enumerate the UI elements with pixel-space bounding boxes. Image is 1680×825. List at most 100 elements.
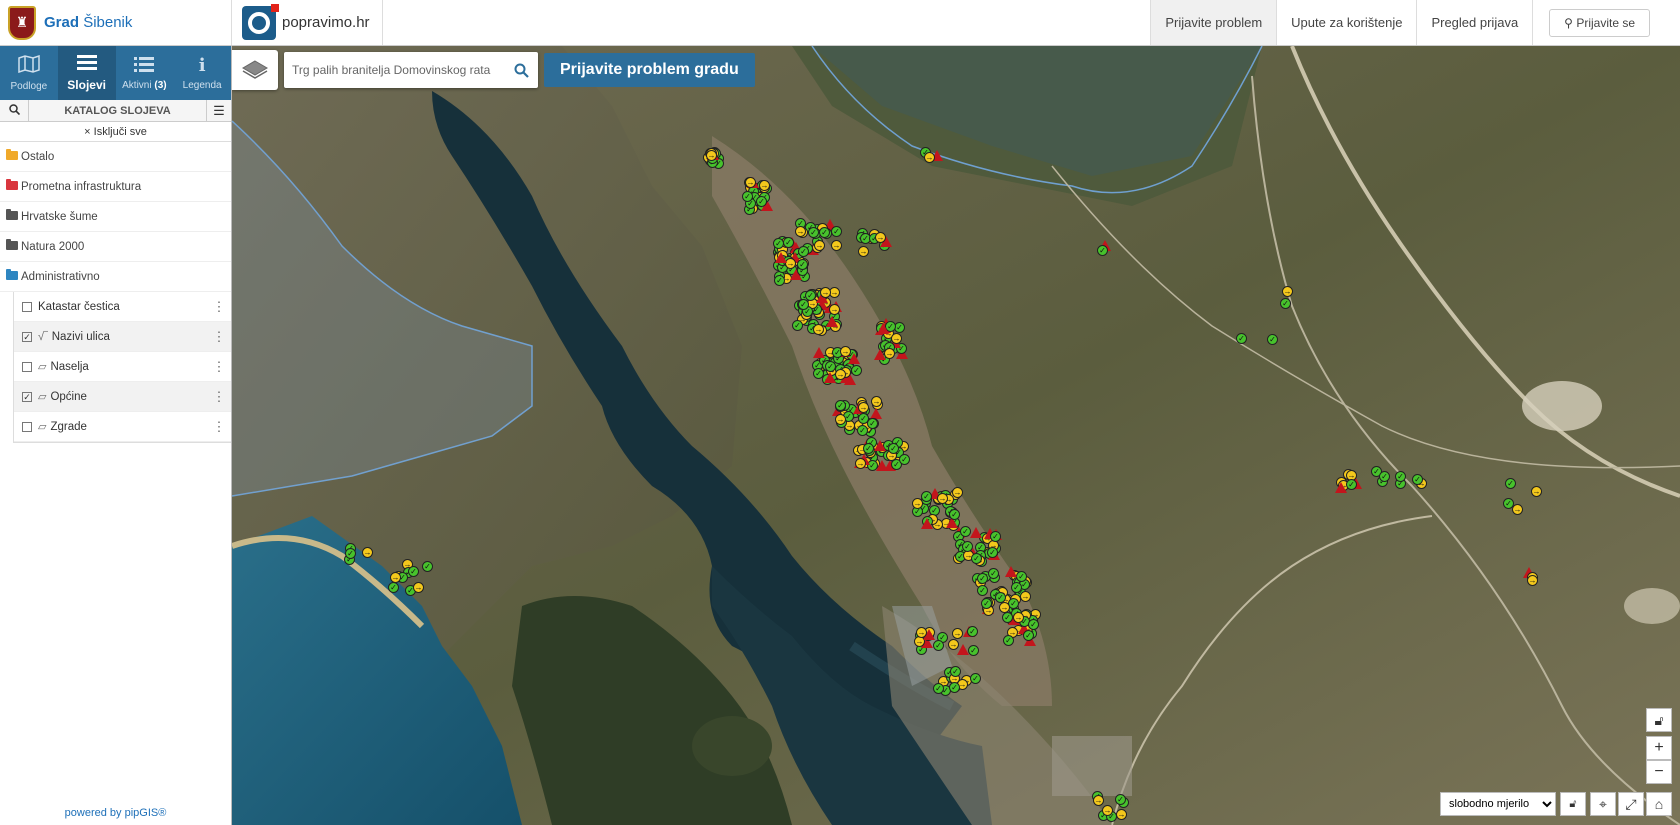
resolved-report-marker[interactable]: ✓	[774, 275, 785, 286]
app-logo[interactable]: popravimo.hr	[232, 0, 383, 45]
resolved-report-marker[interactable]: ✓	[851, 365, 862, 376]
new-report-marker[interactable]	[826, 316, 838, 327]
in-progress-report-marker[interactable]: →	[875, 232, 886, 243]
in-progress-report-marker[interactable]: →	[855, 458, 866, 469]
in-progress-report-marker[interactable]: →	[912, 498, 923, 509]
layer-checkbox[interactable]	[22, 361, 32, 372]
resolved-report-marker[interactable]: ✓	[742, 191, 753, 202]
resolved-report-marker[interactable]: ✓	[1267, 334, 1278, 345]
in-progress-report-marker[interactable]: →	[835, 414, 846, 425]
in-progress-report-marker[interactable]: →	[858, 246, 869, 257]
in-progress-report-marker[interactable]: →	[745, 177, 756, 188]
lock-button[interactable]: 🔓︎	[1646, 708, 1672, 732]
new-report-marker[interactable]	[813, 347, 825, 358]
resolved-report-marker[interactable]: ✓	[422, 561, 433, 572]
in-progress-report-marker[interactable]: →	[952, 487, 963, 498]
new-report-marker[interactable]	[874, 440, 886, 451]
resolved-report-marker[interactable]: ✓	[990, 531, 1001, 542]
more-vertical-icon[interactable]: ⋮	[207, 359, 231, 375]
resolved-report-marker[interactable]: ✓	[1280, 298, 1291, 309]
resolved-report-marker[interactable]: ✓	[1379, 471, 1390, 482]
in-progress-report-marker[interactable]: →	[835, 369, 846, 380]
report-problem-button[interactable]: Prijavite problem gradu	[544, 53, 755, 87]
tab-legend[interactable]: i Legenda	[173, 46, 231, 100]
tab-layers[interactable]: Slojevi	[57, 46, 116, 100]
resolved-report-marker[interactable]: ✓	[1003, 635, 1014, 646]
more-vertical-icon[interactable]: ⋮	[207, 389, 231, 405]
resolved-report-marker[interactable]: ✓	[1503, 498, 1514, 509]
resolved-report-marker[interactable]: ✓	[977, 585, 988, 596]
resolved-report-marker[interactable]: ✓	[783, 237, 794, 248]
resolved-report-marker[interactable]: ✓	[1115, 794, 1126, 805]
login-button[interactable]: ⚲ Prijavite se	[1549, 8, 1650, 37]
in-progress-report-marker[interactable]: →	[871, 396, 882, 407]
resolved-report-marker[interactable]: ✓	[408, 566, 419, 577]
resolved-report-marker[interactable]: ✓	[1505, 478, 1516, 489]
nav-review-reports[interactable]: Pregled prijava	[1416, 0, 1532, 45]
in-progress-report-marker[interactable]: →	[1102, 805, 1113, 816]
locate-button[interactable]: ⌖	[1590, 792, 1616, 816]
scale-select[interactable]: slobodno mjerilo	[1440, 792, 1556, 816]
resolved-report-marker[interactable]: ✓	[825, 361, 836, 372]
in-progress-report-marker[interactable]: →	[924, 152, 935, 163]
layer-katastar[interactable]: Katastar čestica ⋮	[14, 292, 231, 322]
resolved-report-marker[interactable]: ✓	[1016, 571, 1027, 582]
in-progress-report-marker[interactable]: →	[829, 304, 840, 315]
group-ostalo[interactable]: Ostalo	[0, 142, 231, 172]
disable-all-button[interactable]: × Isključi sve	[0, 122, 231, 142]
search-button[interactable]	[504, 63, 538, 78]
new-report-marker[interactable]	[970, 527, 982, 538]
resolved-report-marker[interactable]: ✓	[1412, 474, 1423, 485]
city-brand[interactable]: ♜ Grad Šibenik	[0, 0, 232, 45]
in-progress-report-marker[interactable]: →	[952, 628, 963, 639]
in-progress-report-marker[interactable]: →	[1013, 612, 1024, 623]
resolved-report-marker[interactable]: ✓	[968, 645, 979, 656]
address-search-input[interactable]	[284, 63, 504, 77]
zoom-out-button[interactable]: −	[1646, 760, 1672, 784]
new-report-marker[interactable]	[957, 644, 969, 655]
resolved-report-marker[interactable]: ✓	[863, 443, 874, 454]
layer-checkbox[interactable]: ✓	[22, 391, 32, 402]
resolved-report-marker[interactable]: ✓	[831, 226, 842, 237]
resolved-report-marker[interactable]: ✓	[857, 425, 868, 436]
resolved-report-marker[interactable]: ✓	[949, 509, 960, 520]
resolved-report-marker[interactable]: ✓	[971, 553, 982, 564]
layer-zgrade[interactable]: ▱ Zgrade ⋮	[14, 412, 231, 442]
resolved-report-marker[interactable]: ✓	[835, 400, 846, 411]
more-vertical-icon[interactable]: ⋮	[207, 299, 231, 315]
resolved-report-marker[interactable]: ✓	[1346, 479, 1357, 490]
resolved-report-marker[interactable]: ✓	[933, 640, 944, 651]
layer-checkbox[interactable]: ✓	[22, 331, 32, 342]
new-report-marker[interactable]	[877, 323, 889, 334]
layer-checkbox[interactable]	[22, 301, 32, 312]
resolved-report-marker[interactable]: ✓	[819, 227, 830, 238]
layer-nazivi-ulica[interactable]: ✓ √‾ Nazivi ulica ⋮	[14, 322, 231, 352]
more-vertical-icon[interactable]: ⋮	[207, 419, 231, 435]
resolved-report-marker[interactable]: ✓	[867, 418, 878, 429]
in-progress-report-marker[interactable]: →	[390, 572, 401, 583]
resolved-report-marker[interactable]: ✓	[1236, 333, 1247, 344]
in-progress-report-marker[interactable]: →	[916, 627, 927, 638]
resolved-report-marker[interactable]: ✓	[981, 598, 992, 609]
resolved-report-marker[interactable]: ✓	[962, 541, 973, 552]
in-progress-report-marker[interactable]: →	[937, 493, 948, 504]
resolved-report-marker[interactable]: ✓	[1028, 619, 1039, 630]
resolved-report-marker[interactable]: ✓	[797, 259, 808, 270]
resolved-report-marker[interactable]: ✓	[345, 548, 356, 559]
resolved-report-marker[interactable]: ✓	[977, 573, 988, 584]
new-report-marker[interactable]	[876, 460, 888, 471]
resolved-report-marker[interactable]: ✓	[899, 454, 910, 465]
in-progress-report-marker[interactable]: →	[813, 324, 824, 335]
resolved-report-marker[interactable]: ✓	[988, 568, 999, 579]
in-progress-report-marker[interactable]: →	[795, 226, 806, 237]
group-administrativno[interactable]: Administrativno	[0, 262, 231, 292]
resolved-report-marker[interactable]: ✓	[970, 673, 981, 684]
more-vertical-icon[interactable]: ⋮	[207, 329, 231, 345]
catalog-menu-icon[interactable]: ☰	[207, 103, 231, 119]
in-progress-report-marker[interactable]: →	[891, 333, 902, 344]
zoom-in-button[interactable]: +	[1646, 736, 1672, 760]
resolved-report-marker[interactable]: ✓	[798, 299, 809, 310]
resolved-report-marker[interactable]: ✓	[967, 626, 978, 637]
nav-instructions[interactable]: Upute za korištenje	[1276, 0, 1416, 45]
resolved-report-marker[interactable]: ✓	[798, 246, 809, 257]
